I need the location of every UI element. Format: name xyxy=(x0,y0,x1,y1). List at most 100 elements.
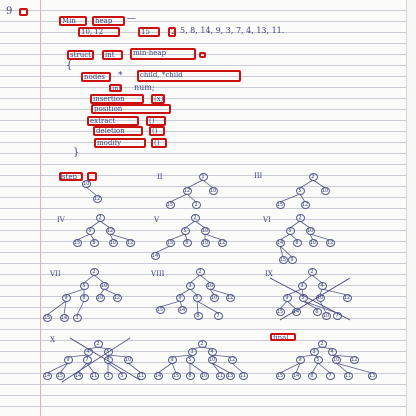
fn5-arg: () xyxy=(151,138,167,148)
heap-node: 12 xyxy=(105,227,115,235)
heap-node: 10 xyxy=(321,312,331,320)
heap-node: 10 xyxy=(305,227,315,235)
heap-node: 7 xyxy=(332,312,342,320)
heap-node: 10 xyxy=(205,282,215,290)
question-dot-box xyxy=(19,8,28,16)
tree-label-7: VII xyxy=(50,270,61,278)
heap-node: 10 xyxy=(199,372,209,380)
heap-node: 11 xyxy=(343,372,353,380)
sequence-v1: 15 xyxy=(138,27,160,37)
heap-node: 4 xyxy=(327,348,337,356)
heap-node: 10 xyxy=(207,356,217,364)
heap-node: 3 xyxy=(72,314,82,322)
heap-node: 8 xyxy=(185,372,195,380)
heap-node: 15 xyxy=(42,314,52,322)
heap-node: 10 xyxy=(95,294,105,302)
heap-node: 8 xyxy=(89,239,99,247)
fn1-name: insertion xyxy=(90,94,144,104)
heap-node: 3 xyxy=(309,348,319,356)
heap-node: 9 xyxy=(167,356,177,364)
heap-node: 14 xyxy=(177,306,187,314)
fn3-arg: () xyxy=(146,116,166,126)
heap-node: 11 xyxy=(89,372,99,380)
heap-node: 15 xyxy=(165,239,175,247)
heap-node: 5 xyxy=(192,294,202,302)
heap-node: 15 xyxy=(278,256,288,264)
heap-node: 5 xyxy=(79,282,89,290)
heap-node: 5 xyxy=(117,372,127,380)
heap-node: 4 xyxy=(83,348,93,356)
decl-kw: int xyxy=(102,50,123,60)
heap-node: 8 xyxy=(312,308,322,316)
heap-node: 14 xyxy=(150,252,160,260)
tree-label-6: VI xyxy=(263,216,271,224)
heap-node: 15 xyxy=(275,201,285,209)
decl-left: struct xyxy=(67,50,94,60)
fn4-name: deletion xyxy=(93,126,143,136)
sequence-prefix: 10, 12 xyxy=(78,27,120,37)
heap-node: 3 xyxy=(103,372,113,380)
heap-node: 12 xyxy=(342,294,352,302)
heap-node: 5 xyxy=(295,187,305,195)
heap-node: 15 xyxy=(275,308,285,316)
question-number: 9 xyxy=(6,6,13,17)
heap-node: 9 xyxy=(282,294,292,302)
heap-node: 12 xyxy=(300,201,310,209)
heap-node: 7 xyxy=(325,372,335,380)
heap-node: 14 xyxy=(153,372,163,380)
heap-node: 2 xyxy=(89,268,99,276)
heap-node: 2 xyxy=(191,201,201,209)
heap-node: 12 xyxy=(227,356,237,364)
decl-type: min-heap xyxy=(130,48,196,60)
heap-node: 12 xyxy=(112,294,122,302)
heap-node: 2 xyxy=(307,268,317,276)
heap-node: 8 xyxy=(182,239,192,247)
heap-node: 14 xyxy=(291,308,301,316)
heap-node: 3 xyxy=(187,348,197,356)
brace-close: } xyxy=(73,147,80,158)
heap-node: 9 xyxy=(175,294,185,302)
margin-line xyxy=(40,0,41,416)
tree-label-1: I xyxy=(60,173,63,181)
heap-node: 10 xyxy=(315,294,325,302)
heap-node: 8 xyxy=(292,239,302,247)
heap-node: 14 xyxy=(275,239,285,247)
title-word2: heap xyxy=(92,16,125,26)
heap-node: 12 xyxy=(92,195,102,203)
decl-end-mark xyxy=(199,52,206,58)
brace-open: { xyxy=(66,60,73,71)
heap-node: 4 xyxy=(207,348,217,356)
notebook-page xyxy=(0,0,407,416)
field1-left: nodes xyxy=(81,72,111,82)
heap-node: 2 xyxy=(195,268,205,276)
heap-node: 9 xyxy=(287,256,297,264)
heap-node: 8 xyxy=(103,356,113,364)
heap-node: 14 xyxy=(42,372,52,380)
heap-node: 9 xyxy=(295,356,305,364)
tree-label-5: V xyxy=(154,216,160,224)
heap-node: 10 xyxy=(200,227,210,235)
heap-node: 5 xyxy=(180,227,190,235)
heap-node: 10 xyxy=(99,282,109,290)
tree-label-8: VIII xyxy=(151,270,165,278)
heap-node: 10 xyxy=(200,239,210,247)
heap-node: 8 xyxy=(307,372,317,380)
heap-node: 2 xyxy=(197,340,207,348)
heap-node: 15 xyxy=(171,372,181,380)
sequence-rest: 5, 8, 14, 9, 3, 7, 4, 13, 11. xyxy=(180,26,285,35)
heap-node: 10 xyxy=(208,187,218,195)
heap-node: 15 xyxy=(72,239,82,247)
heap-node: 15 xyxy=(155,306,165,314)
heap-node: 15 xyxy=(275,372,285,380)
heap-node: 2 xyxy=(317,340,327,348)
heap-node: 3 xyxy=(297,282,307,290)
fn2-name: position xyxy=(91,104,171,114)
tree-label-4: IV xyxy=(57,216,65,224)
heap-node: 2 xyxy=(93,340,103,348)
heap-node: 12 xyxy=(225,294,235,302)
heap-node: 2 xyxy=(308,173,318,181)
heap-node: 12 xyxy=(217,239,227,247)
heap-node: 14 xyxy=(73,372,83,380)
heap-node: 10 xyxy=(331,356,341,364)
heap-node: 8 xyxy=(193,312,203,320)
